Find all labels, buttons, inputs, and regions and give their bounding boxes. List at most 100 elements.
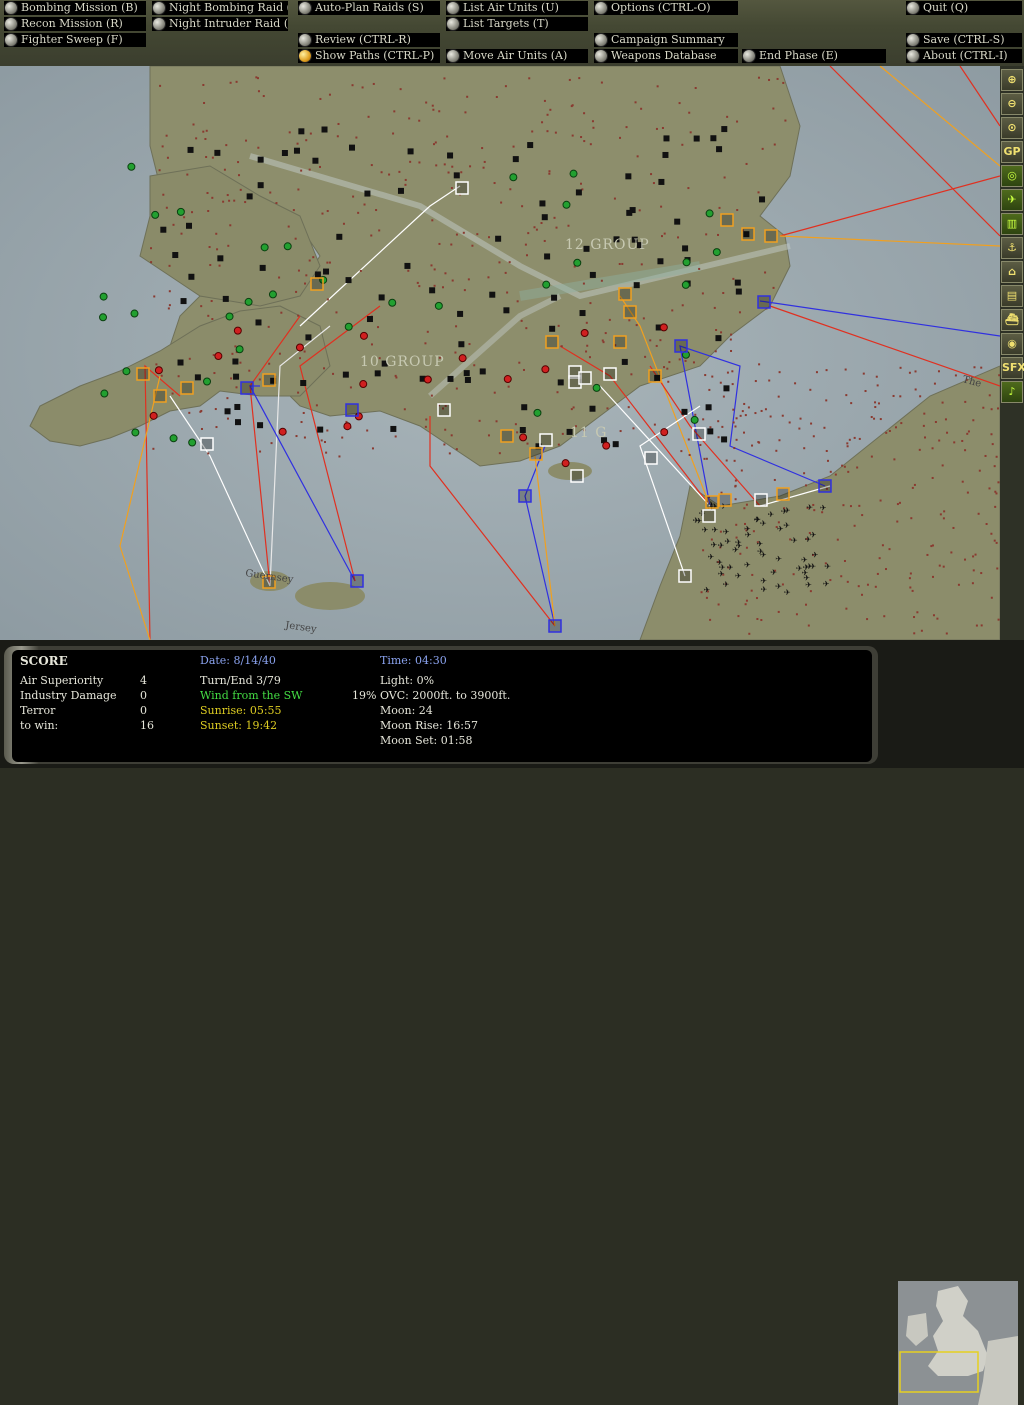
enemy-aircraft-marker[interactable]: ✈ xyxy=(744,525,751,534)
airfield-marker[interactable] xyxy=(573,258,582,267)
squadron-marker[interactable] xyxy=(674,339,688,353)
airfield-marker[interactable] xyxy=(235,345,244,354)
target-marker[interactable] xyxy=(298,128,305,135)
target-marker[interactable] xyxy=(519,427,526,434)
damaged-target-marker[interactable] xyxy=(295,343,304,352)
target-marker[interactable] xyxy=(257,156,264,163)
target-marker[interactable] xyxy=(235,419,242,426)
show-paths-button[interactable]: Show Paths (CTRL-P) xyxy=(298,49,440,63)
recon-mission-button[interactable]: Recon Mission (R) xyxy=(4,17,146,31)
airfield-marker[interactable] xyxy=(99,313,108,322)
damaged-target-marker[interactable] xyxy=(458,354,467,363)
enemy-aircraft-marker[interactable]: ✈ xyxy=(724,537,731,546)
campaign-map[interactable]: ✈ ✈ ✈ ✈ ✈ ✈ ✈ ✈ ✈ ✈ ✈ ✈ ✈ ✈ ✈ ✈ ✈ ✈ ✈ ✈ ✈ ✈ ✈ ✈ ✈ ✈ ✈ ✈ ✈ ✈ ✈ ✈ ✈ ✈ ✈ ✈ ✈ ✈ ✈ ✈… xyxy=(0,66,1000,640)
night-intruder-button[interactable]: Night Intruder Raid (I) xyxy=(152,17,288,31)
enemy-aircraft-marker[interactable]: ✈ xyxy=(757,547,764,556)
target-marker[interactable] xyxy=(447,375,454,382)
anchor-icon[interactable]: ⚓ xyxy=(1001,237,1023,259)
target-marker[interactable] xyxy=(378,294,385,301)
target-marker[interactable] xyxy=(495,235,502,242)
list-air-units-button[interactable]: List Air Units (U) xyxy=(446,1,588,15)
airfield-marker[interactable] xyxy=(592,383,601,392)
move-air-units-button[interactable]: Move Air Units (A) xyxy=(446,49,588,63)
airfield-marker[interactable] xyxy=(131,428,140,437)
target-marker[interactable] xyxy=(177,359,184,366)
target-marker[interactable] xyxy=(489,291,496,298)
squadron-marker[interactable] xyxy=(548,619,562,633)
squadron-marker[interactable] xyxy=(644,451,658,465)
enemy-aircraft-marker[interactable]: ✈ xyxy=(791,536,798,545)
target-marker[interactable] xyxy=(390,425,397,432)
target-marker[interactable] xyxy=(633,282,640,289)
quit-button[interactable]: Quit (Q) xyxy=(906,1,1022,15)
end-phase-button[interactable]: End Phase (E) xyxy=(742,49,886,63)
damaged-target-marker[interactable] xyxy=(519,433,528,442)
squadron-marker[interactable] xyxy=(754,493,768,507)
squadron-marker[interactable] xyxy=(618,287,632,301)
target-marker[interactable] xyxy=(374,370,381,377)
damaged-target-marker[interactable] xyxy=(659,323,668,332)
airfield-marker[interactable] xyxy=(225,312,234,321)
target-marker[interactable] xyxy=(172,252,179,259)
enemy-aircraft-marker[interactable]: ✈ xyxy=(711,540,718,549)
target-marker[interactable] xyxy=(257,422,264,429)
airfield-marker[interactable] xyxy=(99,292,108,301)
target-marker[interactable] xyxy=(349,144,356,151)
damaged-target-marker[interactable] xyxy=(214,352,223,361)
enemy-aircraft-marker[interactable]: ✈ xyxy=(732,545,739,554)
target-marker[interactable] xyxy=(479,368,486,375)
target-marker[interactable] xyxy=(707,428,714,435)
target-marker[interactable] xyxy=(693,135,700,142)
squadron-marker[interactable] xyxy=(500,429,514,443)
enemy-aircraft-marker[interactable]: ✈ xyxy=(723,580,730,589)
squadron-marker[interactable] xyxy=(153,389,167,403)
enemy-aircraft-marker[interactable]: ✈ xyxy=(768,510,775,519)
airfield-marker[interactable] xyxy=(100,389,109,398)
squadron-marker[interactable] xyxy=(200,437,214,451)
target-marker[interactable] xyxy=(759,196,766,203)
target-marker[interactable] xyxy=(453,172,460,179)
squadron-marker[interactable] xyxy=(705,495,719,509)
enemy-aircraft-marker[interactable]: ✈ xyxy=(711,525,718,534)
target-marker[interactable] xyxy=(658,178,665,185)
squadron-marker[interactable] xyxy=(648,369,662,383)
target-marker[interactable] xyxy=(527,142,534,149)
target-marker[interactable] xyxy=(589,271,596,278)
squadron-marker[interactable] xyxy=(692,427,706,441)
target-marker[interactable] xyxy=(224,408,231,415)
airfield-marker[interactable] xyxy=(283,242,292,251)
target-marker[interactable] xyxy=(234,403,241,410)
target-marker[interactable] xyxy=(463,370,470,377)
save-button[interactable]: Save (CTRL-S) xyxy=(906,33,1022,47)
airfield-marker[interactable] xyxy=(388,298,397,307)
radar-icon[interactable]: ◎ xyxy=(1001,165,1023,187)
ship-icon[interactable]: ⛴ xyxy=(1001,309,1023,331)
target-marker[interactable] xyxy=(626,209,633,216)
damaged-target-marker[interactable] xyxy=(423,375,432,384)
campaign-summary-button[interactable]: Campaign Summary xyxy=(594,33,738,47)
squadron-marker[interactable] xyxy=(720,213,734,227)
target-marker[interactable] xyxy=(160,226,167,233)
enemy-aircraft-marker[interactable]: ✈ xyxy=(784,506,791,515)
music-icon[interactable]: ♪ xyxy=(1001,381,1023,403)
gp-button[interactable]: GP xyxy=(1001,141,1023,163)
target-marker[interactable] xyxy=(281,150,288,157)
target-marker[interactable] xyxy=(735,288,742,295)
damaged-target-marker[interactable] xyxy=(154,366,163,375)
enemy-aircraft-marker[interactable]: ✈ xyxy=(719,563,726,572)
airfield-marker[interactable] xyxy=(169,434,178,443)
squadron-marker[interactable] xyxy=(741,227,755,241)
target-marker[interactable] xyxy=(257,182,264,189)
target-marker[interactable] xyxy=(447,152,454,159)
target-marker[interactable] xyxy=(503,307,510,314)
target-marker[interactable] xyxy=(521,404,528,411)
airfield-marker[interactable] xyxy=(542,280,551,289)
minimap[interactable] xyxy=(898,1281,1018,1405)
squadron-marker[interactable] xyxy=(180,381,194,395)
squadron-marker[interactable] xyxy=(570,469,584,483)
target-marker[interactable] xyxy=(232,358,239,365)
airfield-marker[interactable] xyxy=(690,415,699,424)
target-marker[interactable] xyxy=(259,264,266,271)
enemy-aircraft-marker[interactable]: ✈ xyxy=(809,562,816,571)
enemy-aircraft-marker[interactable]: ✈ xyxy=(718,541,725,550)
